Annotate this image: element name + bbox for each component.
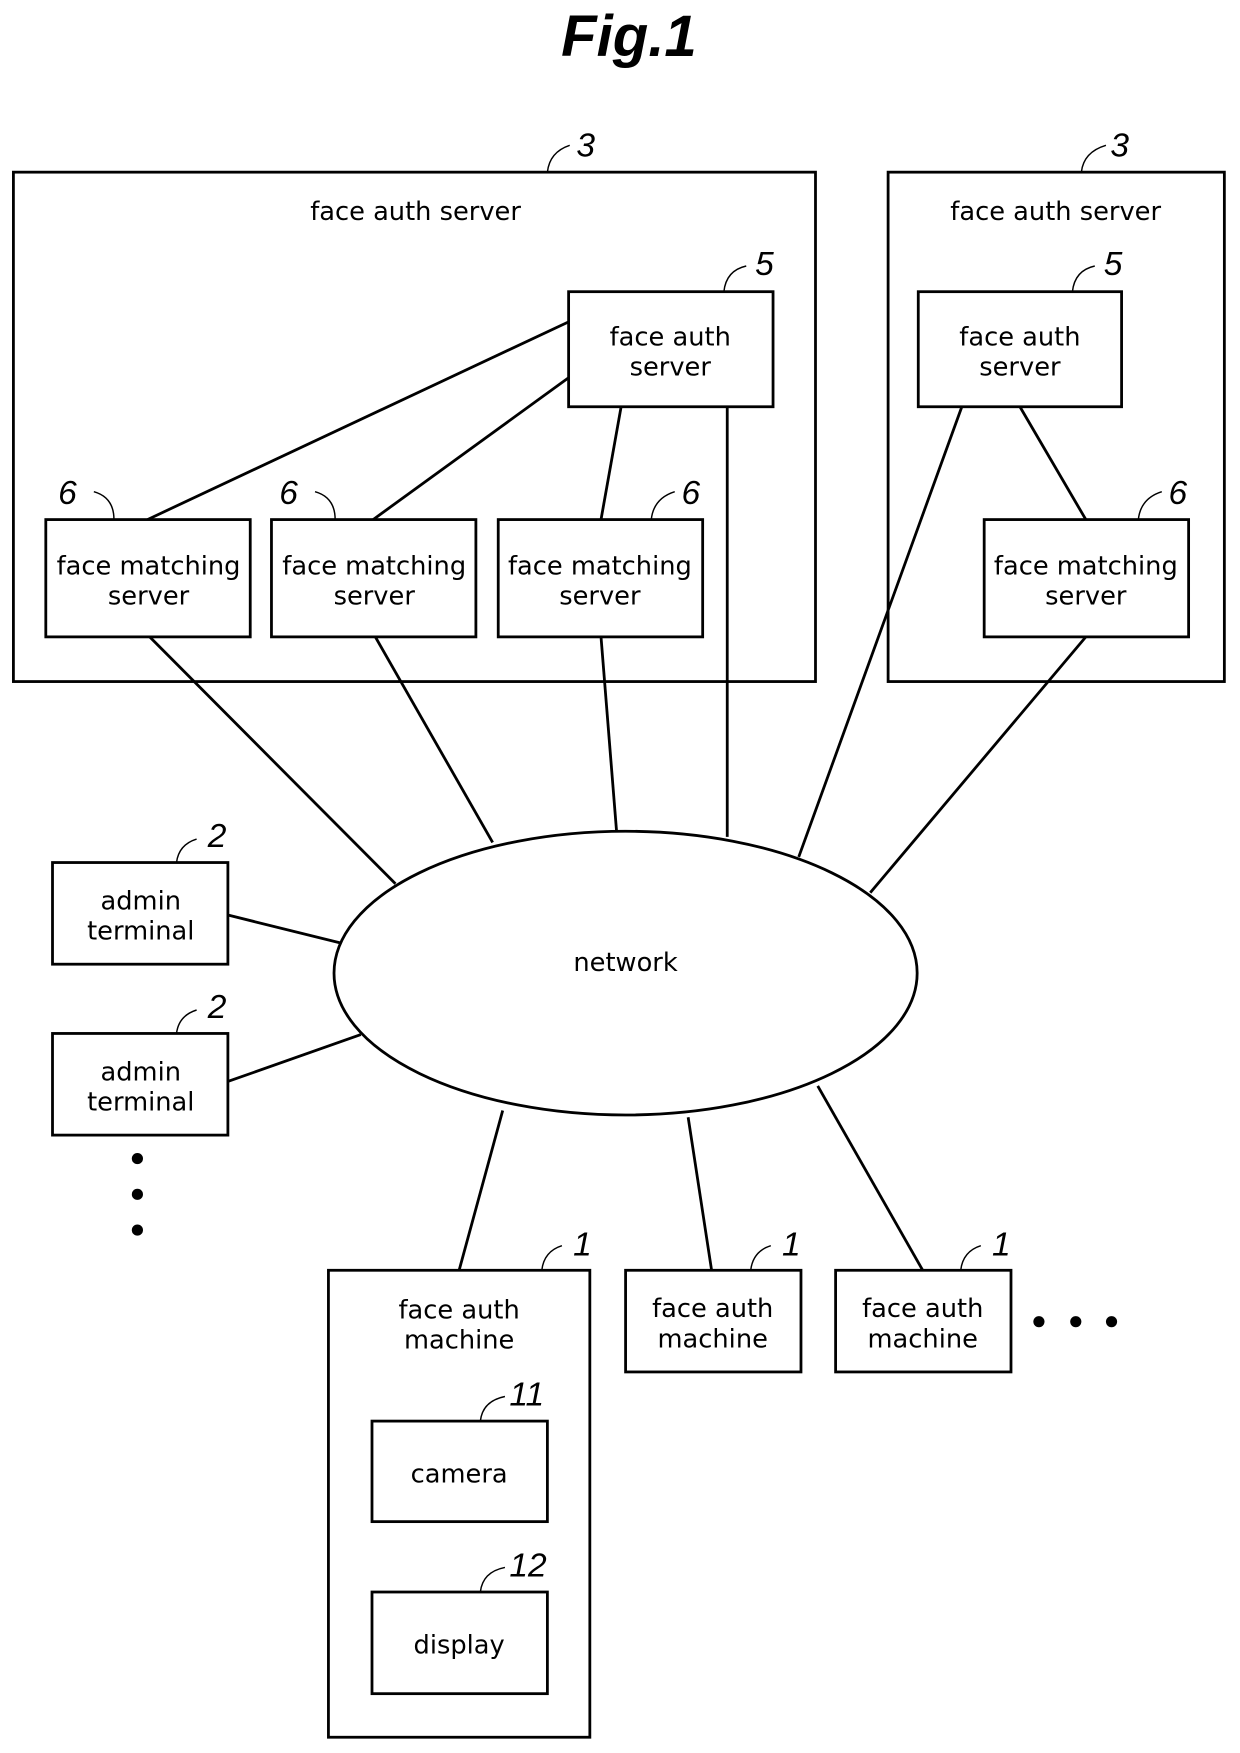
node-label-line-2: server [979,352,1061,382]
node-label-line-2: terminal [87,917,194,947]
node-label-line-1: admin [101,886,182,916]
edge-network-to-machine-main [457,1110,505,1271]
node-label-line-2: terminal [87,1088,194,1118]
ref-number: 6 [279,475,298,512]
face-auth-machine-3: face auth machine 1 [834,1227,1013,1374]
node-label-line-2: server [334,581,416,611]
machines-ellipsis [1033,1316,1118,1328]
ref-number: 3 [576,128,595,165]
ref-leader [749,1245,772,1271]
face-auth-machine-2: face auth machine 1 [624,1227,803,1374]
node-label-line-1: face matching [508,551,692,581]
network-node: network [332,829,919,1117]
ref-number: 1 [573,1227,592,1264]
ref-number: 6 [1169,475,1188,512]
node-label-line-1: face auth [610,322,731,352]
ref-number: 5 [1104,246,1123,283]
ref-number: 2 [207,818,227,855]
node-label-line-1: face matching [57,551,241,581]
edge-network-to-machine-2 [686,1117,713,1271]
ref-leader [541,1245,563,1271]
node-label-line-2: machine [404,1325,514,1355]
face-auth-machine-main: face auth machine 1 camera 11 display 12 [327,1227,592,1739]
node-label-line-2: server [108,581,190,611]
ellipsis-dot [1105,1316,1118,1328]
node-label-line-1: face matching [282,551,466,581]
system-diagram: Fig.1 face auth server 3 face auth serve… [12,4,1226,1739]
node-label-line-1: face auth [399,1295,520,1325]
figure-title: Fig.1 [561,4,697,69]
group-label: face auth server [950,197,1161,227]
ellipsis-dot [1033,1316,1045,1328]
ellipsis-dot [131,1224,143,1236]
ref-number: 12 [509,1547,547,1584]
node-label-line-2: server [559,581,641,611]
node-label-line-1: face auth [652,1294,773,1324]
ref-leader [175,1009,197,1034]
node-label-line-1: face matching [994,551,1178,581]
ellipsis-dot [131,1188,143,1200]
edge-admin-2-to-network [227,1033,362,1083]
node-label-line-1: face auth [959,322,1080,352]
ref-number: 11 [509,1376,544,1413]
node-label-line-2: server [1045,581,1127,611]
admin-terminal-node-2: admin terminal 2 [51,989,230,1137]
node-label-line-2: server [630,352,712,382]
admin-terminal-node-1: admin terminal 2 [51,818,230,966]
ref-leader [959,1245,982,1271]
ref-number: 6 [58,475,77,512]
ref-number: 1 [782,1227,801,1264]
camera-label: camera [411,1460,508,1490]
ellipsis-dot [131,1152,143,1165]
network-label: network [573,948,677,978]
node-label-line-1: face auth [862,1294,983,1324]
node-label-line-1: admin [101,1057,182,1087]
admin-terminals-ellipsis [131,1152,143,1236]
ref-leader [1080,144,1107,173]
ref-number: 3 [1110,128,1129,165]
ref-number: 6 [681,475,700,512]
node-label-line-2: machine [658,1324,768,1354]
ref-leader [175,838,197,863]
edge-network-to-machine-3 [816,1085,924,1271]
ref-number: 1 [992,1227,1011,1264]
edge-admin-1-to-network [227,913,342,945]
ref-number: 2 [207,989,227,1026]
display-label: display [414,1630,505,1660]
ref-number: 5 [755,246,774,283]
ellipsis-dot [1070,1316,1082,1328]
node-label-line-2: machine [868,1324,978,1354]
ref-leader [546,144,570,173]
group-label: face auth server [310,197,521,227]
